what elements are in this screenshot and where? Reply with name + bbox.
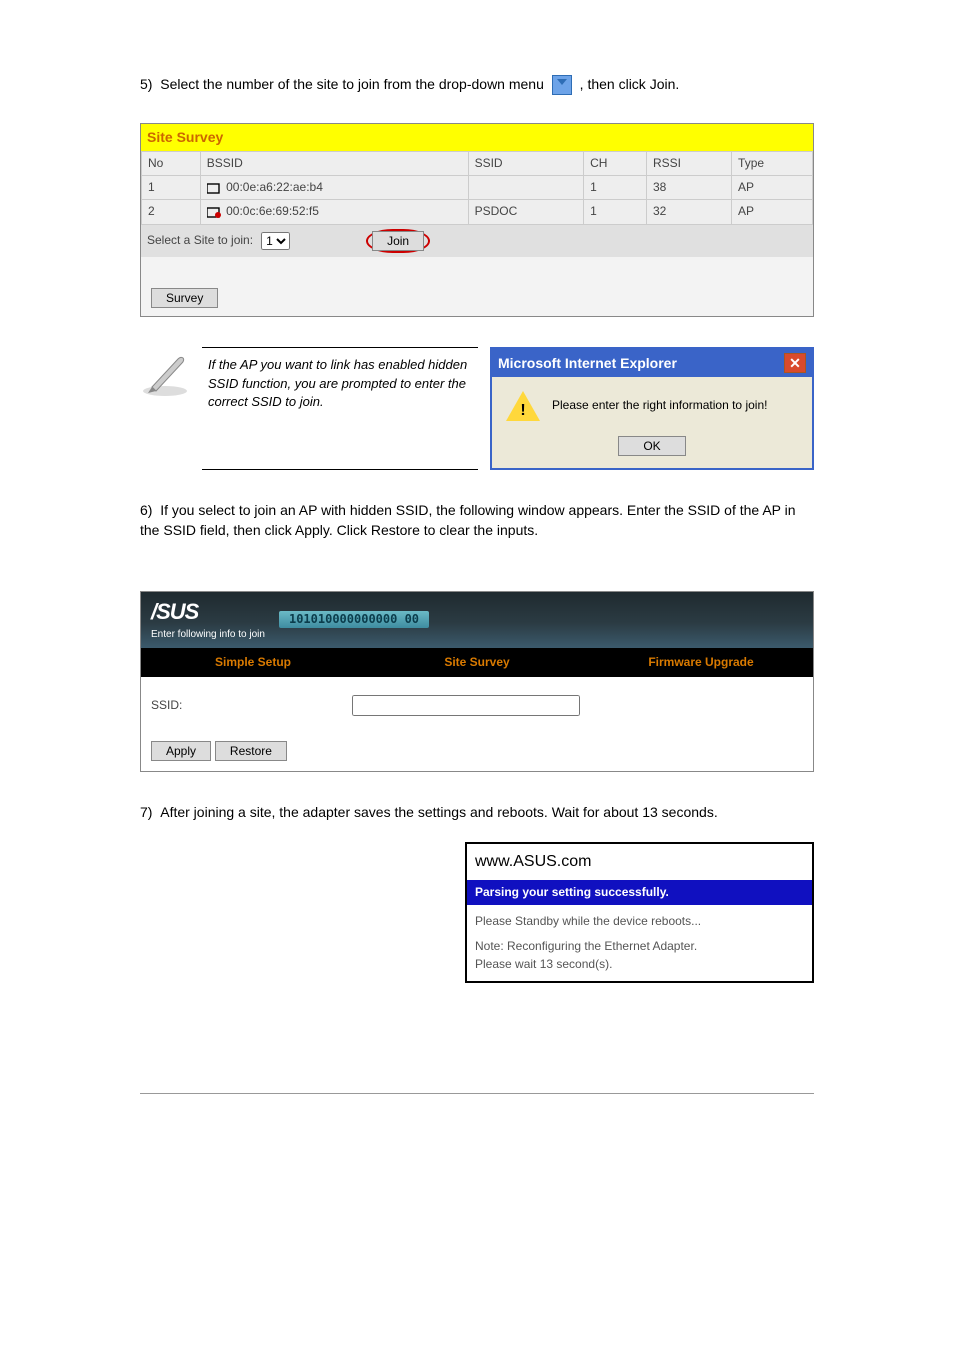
col-no: No — [142, 151, 201, 175]
cell-ssid: PSDOC — [468, 200, 584, 224]
reboot-line1: Please Standby while the device reboots.… — [475, 913, 804, 930]
apply-button[interactable]: Apply — [151, 741, 211, 761]
network-locked-icon — [207, 206, 221, 218]
mac-display: 101010000000000 00 — [279, 611, 429, 628]
bssid-text: 00:0c:6e:69:52:f5 — [226, 204, 319, 218]
reboot-line2: Note: Reconfiguring the Ethernet Adapter… — [475, 938, 804, 955]
network-icon — [207, 182, 221, 194]
reboot-line3: Please wait 13 second(s). — [475, 956, 804, 973]
restore-button[interactable]: Restore — [215, 741, 287, 761]
close-icon[interactable]: ✕ — [784, 353, 806, 373]
col-type: Type — [732, 151, 813, 175]
nav-tabs: Simple Setup Site Survey Firmware Upgrad… — [141, 648, 813, 677]
step5-text-after: , then click Join. — [580, 76, 680, 92]
col-ch: CH — [584, 151, 647, 175]
site-survey-table: No BSSID SSID CH RSSI Type 1 00:0e:a6:22… — [141, 151, 813, 225]
col-ssid: SSID — [468, 151, 584, 175]
join-callout-circle: Join — [366, 229, 430, 253]
bssid-text: 00:0e:a6:22:ae:b4 — [226, 180, 323, 194]
ssid-label: SSID: — [151, 697, 182, 714]
cell-type: AP — [732, 200, 813, 224]
cell-ssid — [468, 175, 584, 199]
note-text: If the AP you want to link has enabled h… — [202, 347, 478, 470]
asus-logo: /SUS — [151, 596, 265, 628]
select-site-row: Select a Site to join: 1 Join — [141, 225, 813, 257]
survey-button[interactable]: Survey — [151, 288, 218, 308]
dropdown-arrow-icon — [552, 75, 572, 95]
footer-divider — [140, 1093, 814, 1094]
tab-simple-setup[interactable]: Simple Setup — [141, 648, 365, 677]
step5-text-before: 5) Select the number of the site to join… — [140, 76, 548, 92]
cell-no: 2 — [142, 200, 201, 224]
join-button[interactable]: Join — [372, 231, 424, 251]
table-header-row: No BSSID SSID CH RSSI Type — [142, 151, 813, 175]
step5-paragraph: 5) Select the number of the site to join… — [140, 74, 814, 95]
cell-ch: 1 — [584, 175, 647, 199]
reboot-banner: Parsing your setting successfully. — [467, 880, 812, 905]
reboot-panel: www.ASUS.com Parsing your setting succes… — [465, 842, 814, 983]
cell-ch: 1 — [584, 200, 647, 224]
hidden-ssid-panel: /SUS Enter following info to join 101010… — [140, 591, 814, 772]
table-row[interactable]: 1 00:0e:a6:22:ae:b4 1 38 AP — [142, 175, 813, 199]
site-select[interactable]: 1 — [261, 232, 290, 250]
tab-firmware-upgrade[interactable]: Firmware Upgrade — [589, 648, 813, 677]
site-survey-heading: Site Survey — [141, 124, 813, 150]
col-rssi: RSSI — [646, 151, 731, 175]
survey-footer: Survey — [141, 257, 813, 316]
ssid-input[interactable] — [352, 695, 580, 716]
cell-bssid: 00:0e:a6:22:ae:b4 — [200, 175, 468, 199]
warning-icon — [506, 391, 540, 421]
dialog-title: Microsoft Internet Explorer — [498, 353, 677, 373]
cell-type: AP — [732, 175, 813, 199]
cell-rssi: 38 — [646, 175, 731, 199]
table-row[interactable]: 2 00:0c:6e:69:52:f5 PSDOC 1 32 AP — [142, 200, 813, 224]
select-site-label: Select a Site to join: — [147, 232, 253, 249]
cell-no: 1 — [142, 175, 201, 199]
alert-dialog: Microsoft Internet Explorer ✕ Please ent… — [490, 347, 814, 470]
ok-button[interactable]: OK — [618, 436, 685, 456]
reboot-url: www.ASUS.com — [467, 844, 812, 879]
site-survey-panel: Site Survey No BSSID SSID CH RSSI Type 1… — [140, 123, 814, 316]
step7-paragraph: 7) After joining a site, the adapter sav… — [140, 802, 814, 822]
tab-site-survey[interactable]: Site Survey — [365, 648, 589, 677]
dialog-message: Please enter the right information to jo… — [552, 397, 767, 414]
step6-paragraph: 6) If you select to join an AP with hidd… — [140, 500, 814, 541]
note-pen-icon — [140, 347, 190, 397]
panel-subtitle: Enter following info to join — [151, 628, 265, 643]
cell-bssid: 00:0c:6e:69:52:f5 — [200, 200, 468, 224]
cell-rssi: 32 — [646, 200, 731, 224]
col-bssid: BSSID — [200, 151, 468, 175]
